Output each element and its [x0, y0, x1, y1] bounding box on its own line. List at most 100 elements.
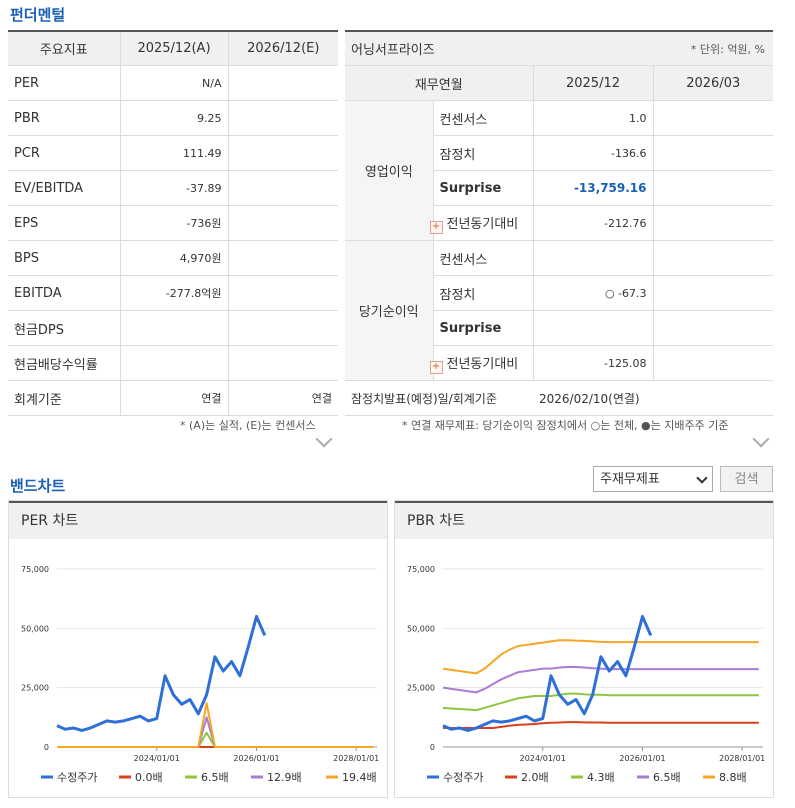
x-tick-label: 2026/01/01 [619, 754, 665, 763]
fundamental-title: 펀더멘털 [10, 6, 66, 24]
row-label: Surprise [432, 310, 533, 346]
x-tick-label: 2028/01/01 [333, 754, 379, 763]
series-line [57, 702, 373, 748]
value-2026 [227, 65, 338, 101]
y-tick-label: 0 [44, 743, 49, 752]
row-label: BPS [8, 240, 120, 276]
y-tick-label: 0 [430, 743, 435, 752]
row-label: 현금DPS [8, 310, 120, 346]
table-row: 현금배당수익률 [8, 345, 338, 381]
search-button[interactable]: 검색 [720, 466, 773, 492]
value-2026-03 [652, 170, 773, 206]
table-row: BPS 4,970원 [8, 240, 338, 276]
fundamental-header-row: 주요지표 2025/12(A) 2026/12(E) [8, 30, 338, 66]
table-row: EBITDA -277.8억원 [8, 275, 338, 311]
header-2025-12: 2025/12 [532, 65, 653, 101]
table-row: 영업이익 컨센서스 1.0 [345, 100, 773, 241]
value-2025-12: -125.08 [532, 345, 653, 381]
row-label: 회계기준 [8, 380, 120, 416]
chevron-down-icon [696, 472, 708, 484]
value-2025-12: 1.0 [532, 100, 653, 136]
value-2025: N/A [119, 65, 228, 101]
header-indicator: 주요지표 [8, 30, 120, 66]
value-2026-03 [652, 100, 773, 136]
y-tick-label: 75,000 [21, 565, 49, 574]
value-2025-12: -13,759.16 [532, 170, 653, 206]
expand-plus-icon[interactable]: + [429, 220, 443, 234]
x-tick-label: 2026/01/01 [233, 754, 279, 763]
band-title: 밴드차트 [10, 477, 66, 495]
select-value: 주재무제표 [600, 472, 660, 487]
row-label: 현금배당수익률 [8, 345, 120, 381]
earnings-expand-chevron-icon[interactable] [752, 430, 770, 448]
fundamental-expand-chevron-icon[interactable] [315, 430, 333, 448]
value-2026 [227, 310, 338, 346]
legend-label: 2.0배 [521, 771, 549, 784]
series-line [442, 666, 759, 694]
row-label: 잠정치 [432, 275, 533, 311]
pbr-chart: 0 25,000 50,000 75,000 2024/01/01 2026/01/01 2… [407, 565, 765, 784]
earnings-table: 어닝서프라이즈 * 단위: 억원, % 재무연월 2025/12 2026/03… [345, 30, 773, 416]
value-2026 [227, 170, 338, 206]
legend-label: 0.0배 [135, 771, 163, 784]
value-2026-03 [652, 310, 773, 346]
value-2025-12: -212.76 [532, 205, 653, 241]
value-2026 [227, 275, 338, 311]
value-2026-03 [652, 135, 773, 171]
value-2025-12: ○ -67.3 [532, 275, 653, 311]
y-tick-label: 25,000 [21, 684, 49, 693]
legend-label: 4.3배 [587, 771, 615, 784]
per-chart-panel: PER 차트 0 25,000 50,000 75,000 2024/01/01 2026… [8, 500, 388, 798]
value-2025: 111.49 [119, 135, 228, 171]
pbr-chart-panel: PBR 차트 0 25,000 50,000 75,000 2024/01/01 2026… [394, 500, 774, 798]
header-2026: 2026/12(E) [227, 30, 338, 66]
x-tick-label: 2024/01/01 [134, 754, 180, 763]
row-label: EBITDA [8, 275, 120, 311]
pbr-chart-title: PBR 차트 [395, 501, 773, 539]
per-chart-title: PER 차트 [9, 501, 387, 539]
x-tick-label: 2024/01/01 [520, 754, 566, 763]
row-label: EV/EBITDA [8, 170, 120, 206]
header-2026-03: 2026/03 [652, 65, 773, 101]
table-row: 잠정치발표(예정)일/회계기준 2026/02/10(연결) [345, 380, 773, 416]
expand-plus-icon[interactable]: + [429, 360, 443, 374]
earnings-header-row: 재무연월 2025/12 2026/03 [345, 65, 773, 101]
value-2026 [227, 100, 338, 136]
row-label: 컨센서스 [432, 100, 533, 136]
group-operating-income: 영업이익 [345, 100, 433, 241]
legend-label: 6.5배 [201, 771, 229, 784]
legend-label: 수정주가 [443, 771, 483, 784]
value-2025: 4,970원 [119, 240, 228, 276]
value-2026-03 [652, 345, 773, 381]
earnings-title: 어닝서프라이즈 [345, 30, 533, 66]
table-row: PCR 111.49 [8, 135, 338, 171]
earnings-unit: * 단위: 억원, % [533, 30, 773, 66]
value-2025-12: -136.6 [532, 135, 653, 171]
y-tick-label: 75,000 [407, 565, 435, 574]
fundamental-table: 주요지표 2025/12(A) 2026/12(E) PER N/A PBR 9.2… [8, 30, 338, 416]
y-tick-label: 50,000 [21, 624, 49, 633]
legend-label: 19.4배 [342, 771, 377, 784]
legend-label: 12.9배 [267, 771, 302, 784]
row-label: Surprise [432, 170, 533, 206]
header-2025: 2025/12(A) [119, 30, 228, 66]
earnings-note: * 연결 재무제표: 당기순이익 잠정치에서 ○는 전체, ●는 지배주주 기준 [402, 419, 729, 432]
footer-value: 2026/02/10(연결) [533, 380, 773, 416]
legend-label: 6.5배 [653, 771, 681, 784]
table-row: EV/EBITDA -37.89 [8, 170, 338, 206]
x-tick-label: 2028/01/01 [719, 754, 765, 763]
value-2026 [227, 240, 338, 276]
value-2025: 9.25 [119, 100, 228, 136]
table-row: PBR 9.25 [8, 100, 338, 136]
value-2025: -37.89 [119, 170, 228, 206]
value-2026: 연결 [227, 380, 338, 416]
header-period: 재무연월 [345, 65, 533, 101]
value-2026 [227, 345, 338, 381]
table-row: 당기순이익 컨센서스 [345, 240, 773, 381]
statement-select[interactable]: 주재무제표 [593, 466, 713, 492]
row-label: 컨센서스 [432, 240, 533, 276]
series-line [442, 692, 759, 712]
table-row: 회계기준 연결 연결 [8, 380, 338, 416]
value-2025: -277.8억원 [119, 275, 228, 311]
table-row: EPS -736원 [8, 205, 338, 241]
